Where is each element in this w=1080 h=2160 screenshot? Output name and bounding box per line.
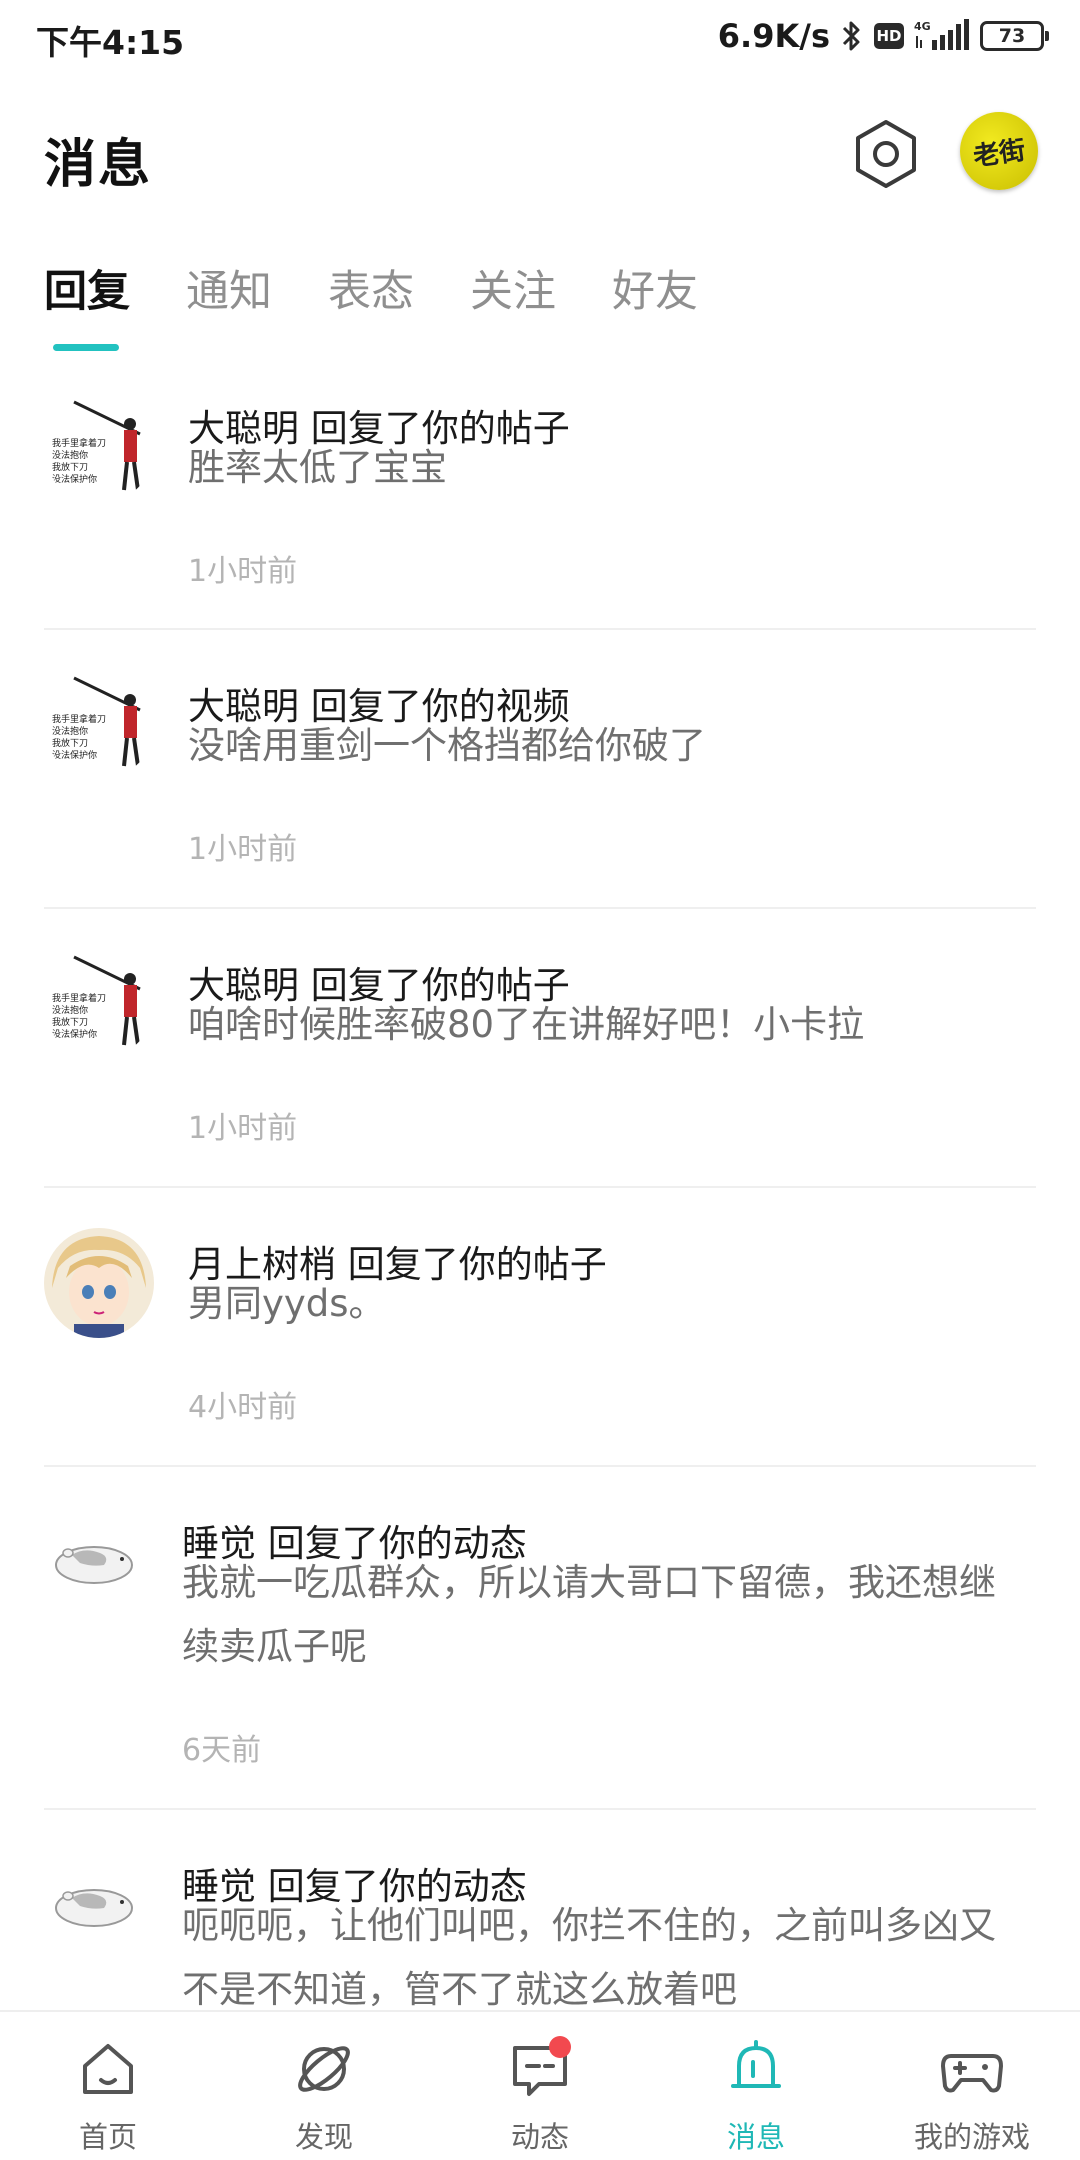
status-right-group: 6.9K/s HD 4G 73: [717, 14, 1049, 58]
avatar-image-line: 我手里拿着刀: [52, 713, 106, 725]
nav-feed-label: 动态: [510, 2120, 569, 2154]
avatar-image-line: 没法保护你: [52, 1028, 97, 1040]
nav-my-games-label: 我的游戏: [913, 2120, 1030, 2154]
gamepad-icon: [941, 2054, 1003, 2093]
avatar-image-line: 我放下刀: [52, 1016, 88, 1028]
hamster-avatar-image: [44, 1850, 144, 1950]
message-body[interactable]: 我就一吃瓜群众，所以请大哥口下留德，我还想继续卖瓜子呢: [182, 1551, 1030, 1679]
list-item[interactable]: 我手里拿着刀 没法抱你 我放下刀 没法保护你 大聪明 回复了你的帖子 胜率太低了…: [0, 380, 1080, 630]
nav-messages[interactable]: 消息: [648, 2012, 864, 2160]
status-time: 下午4:15: [36, 23, 185, 62]
list-item[interactable]: 睡觉 回复了你的动态 我就一吃瓜群众，所以请大哥口下留德，我还想继续卖瓜子呢 6…: [0, 1467, 1080, 1809]
battery-level: 73: [998, 25, 1026, 47]
status-bar: 下午4:15 6.9K/s HD 4G 73: [0, 0, 1080, 76]
tab-reply[interactable]: 回复: [44, 262, 130, 322]
settings-button[interactable]: [852, 116, 920, 192]
message-body[interactable]: 咱啥时候胜率破80了在讲解好吧！小卡拉: [188, 993, 1030, 1057]
avatar-image-line: 没法抱你: [52, 449, 88, 461]
page-title: 消息: [44, 135, 153, 195]
user-avatar[interactable]: 老街: [960, 112, 1038, 190]
nav-discover-label: 发现: [294, 2120, 353, 2154]
nav-home[interactable]: 首页: [0, 2012, 216, 2160]
avatar-image-line: 我放下刀: [52, 737, 88, 749]
network-speed: 6.9K/s: [717, 17, 830, 55]
avatar[interactable]: [44, 1228, 154, 1338]
nav-my-games[interactable]: 我的游戏: [864, 2012, 1080, 2160]
avatar-image-line: 没法保护你: [52, 473, 97, 485]
avatar-logo-text: 老街: [971, 135, 1028, 172]
message-time: 1小时前: [188, 1111, 298, 1146]
nav-home-label: 首页: [78, 2120, 137, 2154]
message-body[interactable]: 没啥用重剑一个格挡都给你破了: [188, 714, 1030, 778]
message-time: 1小时前: [188, 554, 298, 589]
avatar-image-line: 没法抱你: [52, 725, 88, 737]
home-icon: [83, 2044, 133, 2094]
list-item[interactable]: 月上树梢 回复了你的帖子 男同yyds。 4小时前: [0, 1188, 1080, 1466]
anime-avatar-image: [44, 1228, 154, 1338]
avatar[interactable]: 我手里拿着刀 没法抱你 我放下刀 没法保护你: [44, 949, 154, 1059]
message-tabs: 回复 通知 表态 关注 好友: [44, 262, 754, 352]
notification-badge: [549, 2036, 571, 2058]
active-tab-indicator: [53, 344, 119, 351]
network-type: 4G: [914, 20, 931, 33]
bluetooth-icon: [842, 21, 860, 51]
avatar[interactable]: [44, 1507, 144, 1607]
message-list[interactable]: 我手里拿着刀 没法抱你 我放下刀 没法保护你 大聪明 回复了你的帖子 胜率太低了…: [0, 380, 1080, 2010]
avatar[interactable]: 我手里拿着刀 没法抱你 我放下刀 没法保护你: [44, 670, 154, 780]
avatar[interactable]: [44, 1850, 144, 1950]
tab-follow[interactable]: 关注: [470, 262, 556, 322]
nav-feed[interactable]: 动态: [432, 2012, 648, 2160]
nav-discover[interactable]: 发现: [216, 2012, 432, 2160]
tab-reaction[interactable]: 表态: [328, 262, 414, 322]
message-body[interactable]: 男同yyds。: [188, 1272, 1030, 1336]
hamster-avatar-image: [44, 1507, 144, 1607]
list-item[interactable]: 我手里拿着刀 没法抱你 我放下刀 没法保护你 大聪明 回复了你的视频 没啥用重剑…: [0, 630, 1080, 908]
message-time: 1小时前: [188, 832, 298, 867]
signal-icon: 4G: [914, 19, 969, 50]
avatar[interactable]: 我手里拿着刀 没法抱你 我放下刀 没法保护你: [44, 394, 154, 504]
avatar-image-line: 没法抱你: [52, 1004, 88, 1016]
avatar-image-line: 我手里拿着刀: [52, 437, 106, 449]
avatar-image-line: 我放下刀: [52, 461, 88, 473]
avatar-image-line: 没法保护你: [52, 749, 97, 761]
tab-notice[interactable]: 通知: [186, 262, 272, 322]
tab-friends[interactable]: 好友: [612, 262, 698, 322]
planet-icon: [298, 2046, 350, 2092]
list-item[interactable]: 我手里拿着刀 没法抱你 我放下刀 没法保护你 大聪明 回复了你的帖子 咱啥时候胜…: [0, 909, 1080, 1187]
hd-badge: HD: [874, 23, 904, 49]
swordsman-avatar-image: 我手里拿着刀 没法抱你 我放下刀 没法保护你: [44, 394, 154, 504]
message-body[interactable]: 呃呃呃，让他们叫吧，你拦不住的，之前叫多凶又不是不知道，管不了就这么放着吧: [182, 1894, 1030, 2010]
settings-hexagon-icon: [856, 120, 916, 188]
message-time: 4小时前: [188, 1390, 298, 1425]
avatar-image-line: 我手里拿着刀: [52, 992, 106, 1004]
nav-messages-label: 消息: [726, 2120, 785, 2154]
battery-icon: 73: [980, 21, 1049, 51]
bell-icon: [731, 2040, 781, 2088]
message-time: 6天前: [182, 1733, 262, 1768]
list-item[interactable]: 睡觉 回复了你的动态 呃呃呃，让他们叫吧，你拦不住的，之前叫多凶又不是不知道，管…: [0, 1810, 1080, 2010]
swordsman-avatar-image: 我手里拿着刀 没法抱你 我放下刀 没法保护你: [44, 949, 154, 1059]
bottom-nav: 首页 发现 动态 消息 我的游戏: [0, 2010, 1080, 2160]
message-body[interactable]: 胜率太低了宝宝: [188, 436, 1030, 500]
swordsman-avatar-image: 我手里拿着刀 没法抱你 我放下刀 没法保护你: [44, 670, 154, 780]
